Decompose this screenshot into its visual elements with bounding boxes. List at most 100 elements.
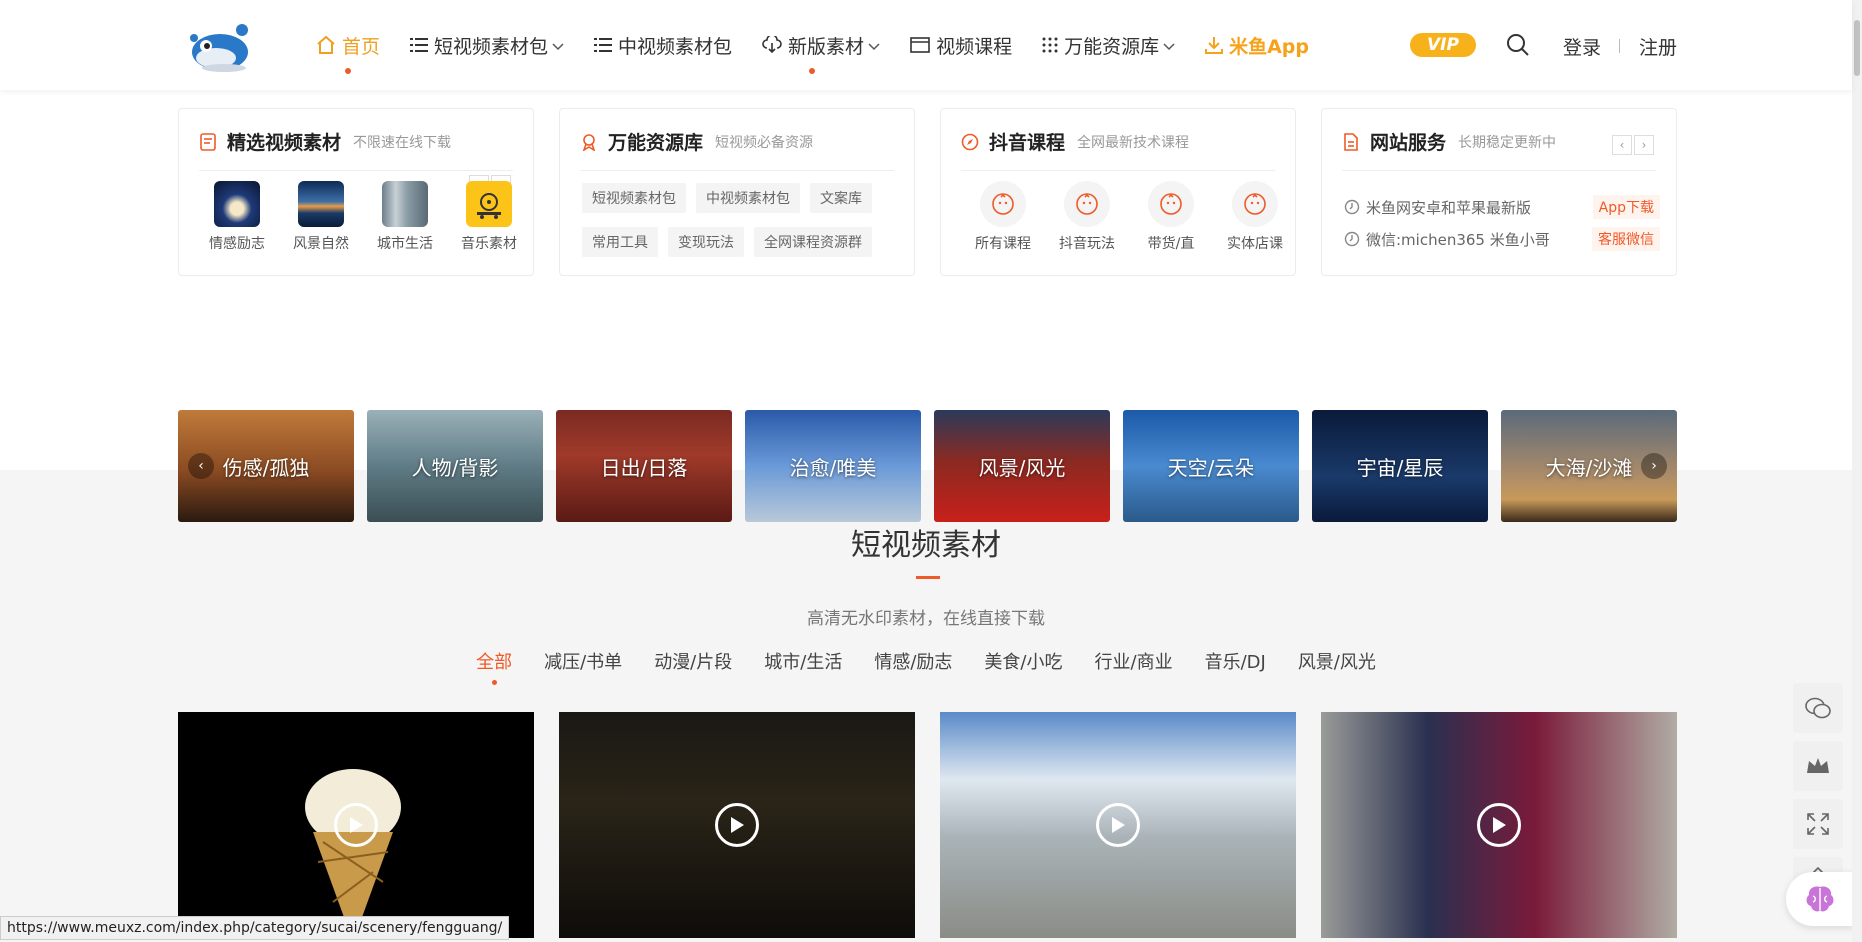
resource-tag[interactable]: 中视频素材包 xyxy=(696,183,800,213)
resource-library-card: 万能资源库 短视频必备资源 短视频素材包 中视频素材包 文案库 常用工具 变现玩… xyxy=(559,108,915,276)
ice-cream-image xyxy=(305,769,401,938)
smile-icon xyxy=(1232,181,1278,227)
featured-video-card: 精选视频素材 不限速在线下载 ‹ › 情感励志 风景自然 城市生活 xyxy=(178,108,534,276)
nav-home[interactable]: 首页 xyxy=(316,0,380,90)
clock-icon xyxy=(1344,231,1360,247)
course-label: 带货/直 xyxy=(1147,236,1195,252)
section-title: 短视频素材 xyxy=(851,528,1001,563)
category-item[interactable]: 情感励志 xyxy=(195,181,279,253)
banner-item[interactable]: 天空/云朵 xyxy=(1123,410,1299,522)
filter-tab[interactable]: 城市/生活 xyxy=(764,648,842,674)
video-card[interactable] xyxy=(559,712,915,938)
filter-all[interactable]: 全部 xyxy=(476,648,512,685)
banner-item[interactable]: 人物/背影 xyxy=(367,410,543,522)
filter-tab[interactable]: 音乐/DJ xyxy=(1205,648,1266,674)
banner-item[interactable]: 宇宙/星辰 xyxy=(1312,410,1488,522)
service-text: 米鱼网安卓和苹果最新版 xyxy=(1366,198,1532,217)
resource-tag[interactable]: 文案库 xyxy=(810,183,872,213)
nav-mid-video-pack[interactable]: 中视频素材包 xyxy=(594,0,732,90)
resource-tag[interactable]: 全网课程资源群 xyxy=(754,227,872,257)
banner-item[interactable]: 日出/日落 xyxy=(556,410,732,522)
music-thumbnail xyxy=(466,181,512,227)
play-icon[interactable] xyxy=(334,803,378,847)
category-item[interactable]: 城市生活 xyxy=(363,181,447,253)
course-item[interactable]: 所有课程 xyxy=(961,181,1045,253)
login-link[interactable]: 登录 xyxy=(1563,33,1601,60)
course-item[interactable]: 抖音玩法 xyxy=(1045,181,1129,253)
banner-item[interactable]: 大海/沙滩 › xyxy=(1501,410,1677,522)
smile-icon xyxy=(1148,181,1194,227)
nav-short-video-pack-label: 短视频素材包 xyxy=(434,35,549,58)
window-icon xyxy=(910,37,930,53)
home-icon xyxy=(316,35,336,55)
resource-tag[interactable]: 常用工具 xyxy=(582,227,658,257)
list-icon xyxy=(410,37,429,53)
nav-app[interactable]: 米鱼App xyxy=(1205,0,1309,90)
banner-label: 大海/沙滩 xyxy=(1545,455,1633,480)
filter-tab[interactable]: 行业/商业 xyxy=(1095,648,1173,674)
card-header: 网站服务 长期稳定更新中 xyxy=(1342,127,1656,171)
card-subtitle: 不限速在线下载 xyxy=(353,134,452,151)
document-icon xyxy=(1342,132,1360,151)
register-link[interactable]: 注册 xyxy=(1639,33,1677,60)
filter-tab[interactable]: 减压/书单 xyxy=(544,648,622,674)
wechat-icon[interactable] xyxy=(1793,683,1843,733)
play-icon[interactable] xyxy=(1477,803,1521,847)
chevron-right-icon[interactable]: › xyxy=(1634,135,1654,155)
card-title: 抖音课程 xyxy=(989,132,1066,154)
crown-icon[interactable] xyxy=(1793,741,1843,791)
site-header: 首页 短视频素材包 中视频素材包 新版素材 视频课程 万能资源库 米鱼App V… xyxy=(0,0,1852,90)
service-row: 微信:michen365 米鱼小哥 客服微信 xyxy=(1344,223,1660,255)
filter-tab[interactable]: 风景/风光 xyxy=(1298,648,1376,674)
category-label: 城市生活 xyxy=(377,236,433,252)
service-list: 米鱼网安卓和苹果最新版 App下载 微信:michen365 米鱼小哥 客服微信 xyxy=(1344,191,1660,255)
app-download-button[interactable]: App下载 xyxy=(1592,195,1660,219)
filter-tab[interactable]: 情感/励志 xyxy=(874,648,952,674)
nav-resource-library[interactable]: 万能资源库 xyxy=(1042,0,1175,90)
video-card[interactable] xyxy=(1321,712,1677,938)
banner-item[interactable]: 风景/风光 xyxy=(934,410,1110,522)
video-card[interactable] xyxy=(940,712,1296,938)
course-item[interactable]: 带货/直 xyxy=(1129,181,1213,253)
emotion-thumbnail xyxy=(214,181,260,227)
video-card[interactable] xyxy=(178,712,534,938)
category-item[interactable]: 风景自然 xyxy=(279,181,363,253)
clock-icon xyxy=(1344,199,1360,215)
chevron-left-icon[interactable]: ‹ xyxy=(1612,135,1632,155)
service-text: 微信:michen365 米鱼小哥 xyxy=(1366,230,1550,249)
course-item[interactable]: 实体店课 xyxy=(1213,181,1297,253)
banner-item[interactable]: 治愈/唯美 xyxy=(745,410,921,522)
play-icon[interactable] xyxy=(715,803,759,847)
fullscreen-icon[interactable] xyxy=(1793,799,1843,849)
wechat-support-button[interactable]: 客服微信 xyxy=(1592,227,1660,251)
category-item[interactable]: 音乐素材 xyxy=(447,181,531,253)
chevron-right-icon[interactable]: › xyxy=(1641,453,1667,479)
brain-icon[interactable] xyxy=(1786,872,1854,926)
resource-tag[interactable]: 短视频素材包 xyxy=(582,183,686,213)
vip-badge[interactable]: VIP xyxy=(1410,33,1476,57)
resource-tag[interactable]: 变现玩法 xyxy=(668,227,744,257)
nav-video-courses[interactable]: 视频课程 xyxy=(910,0,1012,90)
play-icon[interactable] xyxy=(1096,803,1140,847)
scrollbar-thumb[interactable] xyxy=(1854,20,1860,76)
site-logo[interactable] xyxy=(186,16,258,74)
nav-home-label: 首页 xyxy=(342,35,381,58)
chevron-down-icon xyxy=(552,34,564,56)
list-icon xyxy=(594,37,613,53)
filter-tabs: 全部 减压/书单 动漫/片段 城市/生活 情感/励志 美食/小吃 行业/商业 音… xyxy=(0,648,1852,685)
nav-mid-video-pack-label: 中视频素材包 xyxy=(618,35,733,58)
nav-short-video-pack[interactable]: 短视频素材包 xyxy=(410,0,564,90)
chevron-left-icon[interactable]: ‹ xyxy=(188,453,214,479)
nav-new-materials[interactable]: 新版素材 xyxy=(762,0,880,90)
filter-tab[interactable]: 美食/小吃 xyxy=(984,648,1062,674)
page-scrollbar[interactable] xyxy=(1852,0,1862,942)
course-label: 抖音玩法 xyxy=(1059,236,1115,252)
banner-item[interactable]: ‹ 伤感/孤独 xyxy=(178,410,354,522)
banner-label: 日出/日落 xyxy=(600,455,688,480)
filter-tab[interactable]: 动漫/片段 xyxy=(654,648,732,674)
card-header: 精选视频素材 不限速在线下载 xyxy=(199,127,513,171)
chevron-down-icon xyxy=(1163,34,1175,56)
banner-label: 治愈/唯美 xyxy=(789,455,877,480)
title-underline xyxy=(916,576,940,579)
search-icon[interactable] xyxy=(1506,33,1530,61)
